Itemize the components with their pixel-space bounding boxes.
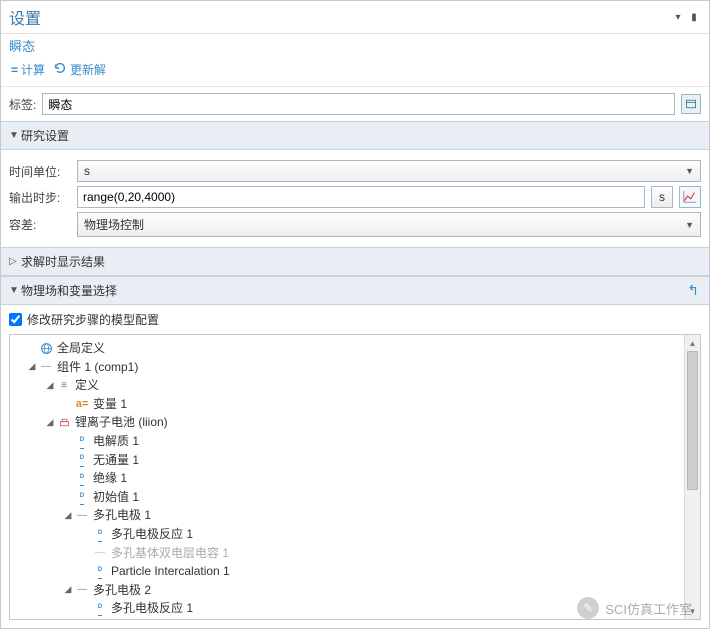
tolerance-combo[interactable]: 物理场控制 ▼ [77, 212, 701, 237]
variable-icon: a= [74, 396, 90, 413]
tree-item[interactable]: —多孔基体双电层电容 1 [12, 544, 698, 563]
line-icon: — [74, 582, 90, 598]
modify-model-config-checkbox[interactable] [9, 313, 22, 326]
tree-item-label: 初始值 1 [93, 488, 139, 507]
tree-item[interactable]: ᴰ电解质 1 [12, 432, 698, 451]
reset-icon[interactable]: ↰ [685, 282, 701, 299]
tree-item[interactable]: ᴰ绝缘 1 [12, 469, 698, 488]
tree-item[interactable]: ᴰParticle Intercalation 1 [12, 562, 698, 581]
feature-icon: ᴰ [92, 601, 108, 616]
line-icon: — [74, 508, 90, 524]
output-times-unit[interactable]: s [651, 186, 673, 208]
tree-item-label: 电解质 1 [93, 432, 139, 451]
scroll-down-button[interactable]: ▼ [685, 603, 700, 619]
tree-twisty-icon[interactable]: ◢ [62, 583, 74, 597]
compute-icon: = [11, 63, 18, 77]
feature-icon: ᴰ [92, 564, 108, 579]
globe-icon [38, 342, 54, 355]
tree-item-label: 多孔电极反应 1 [111, 599, 193, 618]
tree-item-label: 无通量 1 [93, 451, 139, 470]
output-times-input[interactable] [77, 186, 645, 208]
tolerance-label: 容差: [9, 216, 71, 233]
tree-item[interactable]: 全局定义 [12, 339, 698, 358]
tree-twisty-icon[interactable]: ◢ [26, 360, 38, 374]
tree-item-label: 多孔电极 2 [93, 581, 151, 600]
tree-twisty-icon[interactable]: ◢ [44, 379, 56, 393]
line-icon: — [38, 359, 54, 375]
tree-item-label: 定义 [75, 376, 99, 395]
tree-item-label: Particle Intercalation 1 [111, 562, 230, 581]
tree-item-label: 多孔电极 1 [93, 506, 151, 525]
modify-model-config-label: 修改研究步骤的模型配置 [27, 311, 159, 328]
tree-item[interactable]: ◢—多孔电极 1 [12, 506, 698, 525]
tree-item[interactable]: ◢ 锂离子电池 (liion) [12, 413, 698, 432]
chevron-right-icon: ▷ [9, 256, 21, 267]
model-tree[interactable]: 全局定义◢—组件 1 (comp1)◢≡定义a=变量 1◢锂离子电池 (liio… [10, 335, 700, 619]
tree-item-label: 变量 1 [93, 395, 127, 414]
physics-icon [56, 416, 72, 429]
panel-title: 设置 [9, 5, 41, 29]
tree-item-label: 全局定义 [57, 339, 105, 358]
range-plot-button[interactable] [679, 186, 701, 208]
tree-item[interactable]: ◢—组件 1 (comp1) [12, 358, 698, 377]
label-input[interactable] [42, 93, 675, 115]
tree-item-label: 多孔基体双电层电容 1 [111, 544, 229, 563]
tree-item[interactable]: ◢—多孔电极 2 [12, 581, 698, 600]
feature-icon: ᴰ [92, 527, 108, 542]
output-times-label: 输出时步: [9, 189, 71, 206]
tree-item-label: 组件 1 (comp1) [57, 358, 138, 377]
tree-item[interactable]: ᴰ多孔电极反应 1 [12, 599, 698, 618]
update-solution-button[interactable]: 更新解 [51, 59, 108, 80]
time-unit-label: 时间单位: [9, 163, 71, 180]
tree-twisty-icon[interactable]: ◢ [62, 509, 74, 523]
feature-icon: ᴰ [74, 452, 90, 467]
feature-icon: ᴰ [74, 434, 90, 449]
chevron-down-icon: ▼ [9, 130, 21, 141]
tree-item[interactable]: ᴰ初始值 1 [12, 488, 698, 507]
tree-item-label: 绝缘 1 [93, 469, 127, 488]
time-unit-combo[interactable]: s ▼ [77, 160, 701, 182]
feature-icon: ᴰ [74, 471, 90, 486]
tree-item[interactable]: a=变量 1 [12, 395, 698, 414]
tree-item[interactable]: ◢≡定义 [12, 376, 698, 395]
feature-icon: ᴰ [74, 490, 90, 505]
label-field-label: 标签: [9, 96, 36, 113]
tree-twisty-icon[interactable]: ◢ [44, 416, 56, 430]
compute-button[interactable]: = 计算 [9, 59, 47, 80]
tree-item[interactable]: ᴰ无通量 1 [12, 451, 698, 470]
refresh-icon [53, 61, 67, 78]
tree-item-label: 多孔电极反应 1 [111, 525, 193, 544]
chevron-down-icon: ▼ [685, 220, 694, 230]
section-results-while-solving-header[interactable]: ▷ 求解时显示结果 [1, 247, 709, 276]
pin-icon[interactable]: ▮ [687, 12, 701, 23]
section-study-settings-header[interactable]: ▼ 研究设置 [1, 121, 709, 150]
tag-button[interactable] [681, 94, 701, 114]
study-step-subtitle: 瞬态 [1, 34, 709, 57]
scroll-thumb[interactable] [687, 351, 698, 490]
chevron-down-icon: ▼ [685, 166, 694, 176]
line-icon: — [92, 545, 108, 561]
tree-item-label: 锂离子电池 (liion) [75, 413, 168, 432]
definitions-icon: ≡ [56, 378, 72, 394]
tree-item[interactable]: ᴰ多孔电极反应 1 [12, 525, 698, 544]
chevron-down-icon: ▼ [9, 285, 21, 296]
scroll-up-button[interactable]: ▲ [685, 335, 700, 351]
section-physics-vars-header[interactable]: ▼ 物理场和变量选择 ↰ [1, 276, 709, 305]
menu-dropdown-icon[interactable]: ▾ [671, 12, 685, 23]
tree-scrollbar[interactable]: ▲ ▼ [684, 335, 700, 619]
